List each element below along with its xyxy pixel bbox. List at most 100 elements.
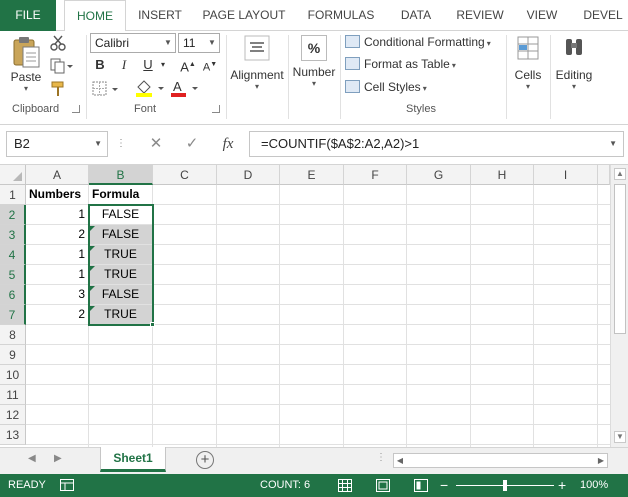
tab-file[interactable]: FILE (0, 0, 56, 31)
cell-b2[interactable]: FALSE (89, 205, 153, 225)
column-header-b[interactable]: B (89, 165, 153, 185)
cell-b3[interactable]: FALSE (89, 225, 153, 245)
row-header[interactable]: 1 (0, 185, 26, 205)
chevron-down-icon: ▼ (208, 38, 216, 47)
row-header[interactable]: 2 (0, 205, 26, 225)
name-box[interactable]: B2 ▼ (6, 131, 108, 157)
cell-a6[interactable]: 3 (26, 285, 89, 305)
tab-insert[interactable]: INSERT (132, 0, 188, 31)
row-header[interactable]: 7 (0, 305, 26, 325)
sheet-tab-sheet1[interactable]: Sheet1 (100, 447, 166, 472)
zoom-in-icon[interactable]: + (558, 474, 566, 497)
zoom-slider-thumb[interactable] (503, 480, 507, 491)
cell-a5[interactable]: 1 (26, 265, 89, 285)
row-header[interactable]: 5 (0, 265, 26, 285)
column-header-i[interactable]: I (534, 165, 598, 185)
underline-dropdown-icon[interactable]: ▾ (158, 55, 168, 75)
bold-button[interactable]: B (92, 55, 108, 75)
cell-b4[interactable]: TRUE (89, 245, 153, 265)
number-button[interactable]: % Number ▾ (290, 35, 338, 88)
row-header[interactable]: 3 (0, 225, 26, 245)
column-header-h[interactable]: H (471, 165, 534, 185)
page-layout-view-icon[interactable] (376, 479, 390, 492)
cell-a3[interactable]: 2 (26, 225, 89, 245)
clipboard-group-label: Clipboard (12, 103, 60, 115)
format-as-table-button[interactable]: Format as Table ▾ (345, 54, 456, 74)
vertical-scrollbar[interactable]: ▲ ▼ (610, 165, 628, 447)
alignment-button[interactable]: Alignment ▾ (228, 35, 286, 91)
column-header-e[interactable]: E (280, 165, 344, 185)
cell-a4[interactable]: 1 (26, 245, 89, 265)
tab-data[interactable]: DATA (394, 0, 438, 31)
page-break-view-icon[interactable] (414, 479, 428, 492)
column-header-f[interactable]: F (344, 165, 407, 185)
editing-button[interactable]: Editing ▾ (552, 35, 596, 91)
cell-b5[interactable]: TRUE (89, 265, 153, 285)
scroll-down-icon[interactable]: ▼ (614, 431, 626, 443)
font-color-icon[interactable]: A (170, 79, 200, 97)
format-painter-icon[interactable] (50, 81, 66, 97)
borders-icon[interactable] (92, 81, 120, 97)
scroll-right-icon[interactable]: ▶ (595, 454, 607, 467)
zoom-level[interactable]: 100% (580, 474, 608, 497)
cell-b6[interactable]: FALSE (89, 285, 153, 305)
column-header-d[interactable]: D (217, 165, 280, 185)
next-sheet-icon[interactable]: ▶ (54, 453, 62, 464)
scroll-up-icon[interactable]: ▲ (614, 168, 626, 180)
insert-function-icon[interactable]: fx (216, 131, 240, 157)
fill-color-icon[interactable] (134, 79, 166, 97)
zoom-out-icon[interactable]: − (440, 474, 448, 497)
column-header-g[interactable]: G (407, 165, 471, 185)
tab-developer[interactable]: DEVEL (578, 0, 628, 31)
enter-icon[interactable]: ✓ (180, 131, 204, 157)
horizontal-scrollbar[interactable]: ◀ ▶ (393, 453, 608, 468)
clipboard-launcher-icon[interactable] (72, 105, 80, 113)
cell-b1[interactable]: Formula (89, 185, 153, 205)
grow-font-button[interactable]: A▲ (180, 55, 196, 75)
row-header[interactable]: 6 (0, 285, 26, 305)
add-sheet-icon[interactable]: + (196, 451, 214, 469)
more-options-icon: ⋮ (116, 138, 126, 149)
shrink-font-button[interactable]: A▼ (202, 55, 218, 75)
cell-a7[interactable]: 2 (26, 305, 89, 325)
formula-input[interactable]: =COUNTIF($A$2:A2,A2)>1 ▼ (249, 131, 624, 157)
font-launcher-icon[interactable] (212, 105, 220, 113)
row-header[interactable]: 11 (0, 385, 26, 405)
row-header[interactable]: 12 (0, 405, 26, 425)
prev-sheet-icon[interactable]: ◀ (28, 453, 36, 464)
normal-view-icon[interactable] (338, 479, 352, 492)
row-header[interactable]: 9 (0, 345, 26, 365)
select-all-button[interactable] (0, 165, 26, 185)
tab-formulas[interactable]: FORMULAS (306, 0, 376, 31)
cells-button[interactable]: Cells ▾ (508, 35, 548, 91)
row-header[interactable]: 13 (0, 425, 26, 445)
copy-icon[interactable] (50, 58, 74, 74)
cell-a1[interactable]: Numbers (26, 185, 89, 205)
splitter-icon[interactable]: ⋮ (376, 452, 386, 463)
cell-b7[interactable]: TRUE (89, 305, 153, 325)
font-group-label: Font (134, 103, 157, 115)
tab-review[interactable]: REVIEW (454, 0, 506, 31)
scroll-thumb[interactable] (614, 184, 626, 334)
scroll-left-icon[interactable]: ◀ (394, 454, 406, 467)
cell-styles-button[interactable]: Cell Styles ▾ (345, 77, 427, 97)
font-size-combo[interactable]: 11 ▼ (178, 33, 220, 53)
cell-a2[interactable]: 1 (26, 205, 89, 225)
font-name-combo[interactable]: Calibri ▼ (90, 33, 176, 53)
tab-page-layout[interactable]: PAGE LAYOUT (200, 0, 288, 31)
column-header-a[interactable]: A (26, 165, 89, 185)
macro-record-icon[interactable] (60, 479, 74, 491)
cancel-icon[interactable]: ✕ (144, 131, 168, 157)
paste-button[interactable]: Paste ▾ (8, 35, 44, 93)
conditional-formatting-button[interactable]: Conditional Formatting ▾ (345, 32, 491, 52)
column-header-c[interactable]: C (153, 165, 217, 185)
cut-icon[interactable] (50, 35, 66, 51)
row-header[interactable]: 8 (0, 325, 26, 345)
italic-button[interactable]: I (116, 55, 132, 75)
tab-view[interactable]: VIEW (522, 0, 562, 31)
fill-handle[interactable] (150, 322, 155, 327)
tab-home[interactable]: HOME (64, 0, 126, 32)
row-header[interactable]: 10 (0, 365, 26, 385)
underline-button[interactable]: U (140, 55, 156, 75)
row-header[interactable]: 4 (0, 245, 26, 265)
